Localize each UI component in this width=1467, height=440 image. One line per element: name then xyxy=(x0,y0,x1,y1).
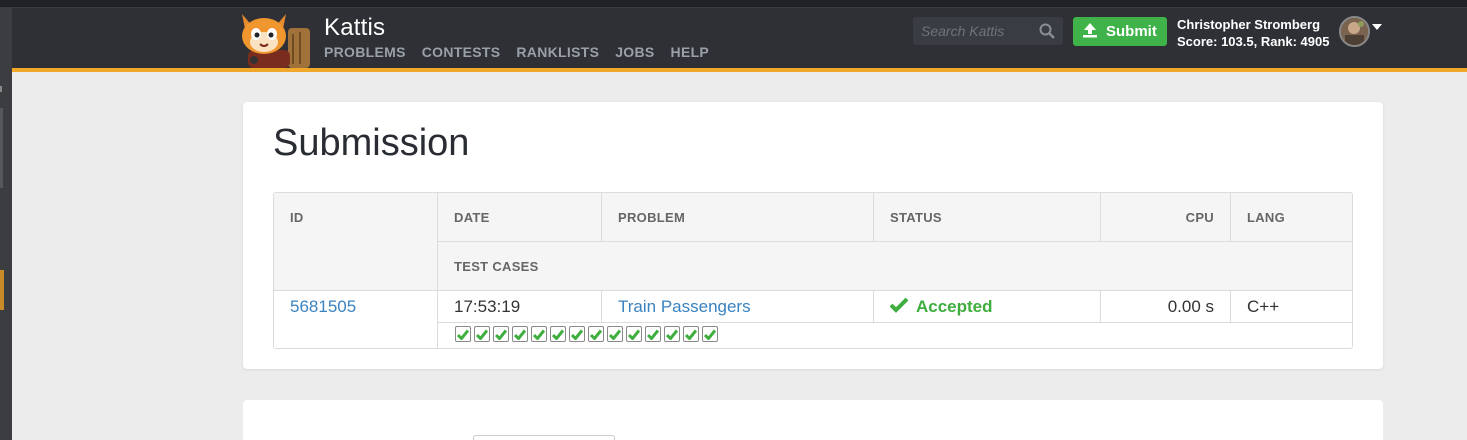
test-case-check-icon xyxy=(607,326,623,342)
nav-problems[interactable]: PROBLEMS xyxy=(324,44,406,60)
status-text: Accepted xyxy=(916,297,993,316)
test-case-check-icon xyxy=(550,326,566,342)
left-side-strip xyxy=(0,8,12,440)
kattis-cat-logo[interactable] xyxy=(232,8,314,68)
user-name: Christopher Stromberg xyxy=(1177,17,1321,32)
main-nav: PROBLEMS CONTESTS RANKLISTS JOBS HELP xyxy=(324,44,709,60)
header-test-cases: TEST CASES xyxy=(454,258,539,274)
secondary-input-box[interactable] xyxy=(473,435,615,440)
status-badge: Accepted xyxy=(889,296,993,318)
test-cases-list xyxy=(455,326,718,342)
problem-link[interactable]: Train Passengers xyxy=(618,296,751,318)
header-lang: LANG xyxy=(1247,209,1286,225)
avatar[interactable] xyxy=(1339,16,1370,47)
nav-jobs[interactable]: JOBS xyxy=(615,44,654,60)
page-title: Submission xyxy=(273,122,470,164)
test-case-check-icon xyxy=(474,326,490,342)
header-cpu: CPU xyxy=(1185,209,1214,225)
user-info[interactable]: Christopher Stromberg Score: 103.5, Rank… xyxy=(1177,16,1329,50)
nav-help[interactable]: HELP xyxy=(671,44,710,60)
test-case-check-icon xyxy=(702,326,718,342)
test-case-check-icon xyxy=(569,326,585,342)
search-icon[interactable] xyxy=(1039,23,1055,44)
submission-card: Submission ID DATE PROBLEM STATUS CPU LA… xyxy=(243,102,1383,369)
nav-ranklists[interactable]: RANKLISTS xyxy=(516,44,599,60)
browser-top-strip xyxy=(0,0,1467,8)
test-case-check-icon xyxy=(645,326,661,342)
brand-name[interactable]: Kattis xyxy=(324,14,385,42)
search-box xyxy=(913,17,1063,45)
language: C++ xyxy=(1247,297,1280,316)
test-case-check-icon xyxy=(588,326,604,342)
user-stats: Score: 103.5, Rank: 4905 xyxy=(1177,34,1330,49)
secondary-card xyxy=(243,400,1383,440)
nav-contests[interactable]: CONTESTS xyxy=(422,44,501,60)
submission-time: 17:53:19 xyxy=(454,297,521,316)
test-case-check-icon xyxy=(664,326,680,342)
submission-id-link[interactable]: 5681505 xyxy=(290,296,356,318)
test-case-check-icon xyxy=(683,326,699,342)
chevron-down-icon[interactable] xyxy=(1372,24,1382,30)
header-id: ID xyxy=(290,209,304,225)
test-case-check-icon xyxy=(531,326,547,342)
cpu-time: 0.00 s xyxy=(1167,297,1214,316)
submit-label: Submit xyxy=(1106,23,1157,40)
search-input[interactable] xyxy=(913,17,1031,45)
header-problem: PROBLEM xyxy=(618,209,686,225)
main-content: Submission ID DATE PROBLEM STATUS CPU LA… xyxy=(12,72,1467,440)
upload-icon xyxy=(1082,22,1098,42)
header-date: DATE xyxy=(454,209,490,225)
test-case-check-icon xyxy=(455,326,471,342)
test-case-check-icon xyxy=(512,326,528,342)
submission-table: ID DATE PROBLEM STATUS CPU LANG TEST CAS… xyxy=(273,192,1353,349)
test-case-check-icon xyxy=(493,326,509,342)
test-case-check-icon xyxy=(626,326,642,342)
check-icon xyxy=(889,297,909,318)
submit-button[interactable]: Submit xyxy=(1073,17,1167,46)
header-status: STATUS xyxy=(890,209,942,225)
